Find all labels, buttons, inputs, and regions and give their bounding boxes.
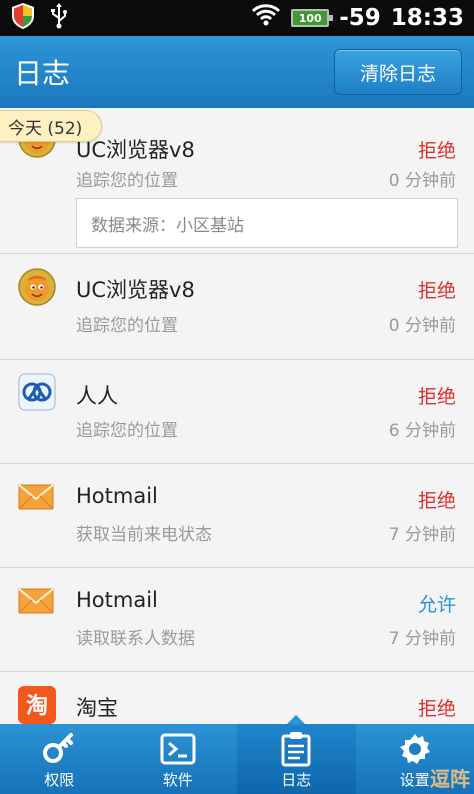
tab-software[interactable]: 软件 xyxy=(119,724,238,794)
key-icon xyxy=(41,731,77,767)
status-label: 拒绝 xyxy=(417,280,456,302)
watermark: 逗阵 xyxy=(430,767,470,791)
app-name: Hotmail xyxy=(76,484,158,508)
app-name: 人人 xyxy=(76,384,118,408)
app-name: UC浏览器v8 xyxy=(76,278,195,302)
tab-label: 权限 xyxy=(44,771,75,789)
tab-log[interactable]: 日志 xyxy=(237,715,356,794)
tab-permissions[interactable]: 权限 xyxy=(0,724,119,794)
list-item[interactable]: UC浏览器v8 拒绝 追踪您的位置 0 分钟前 xyxy=(0,254,474,360)
list-item[interactable]: 淘 淘宝 拒绝 xyxy=(0,672,474,724)
signal-strength: -59 xyxy=(339,5,381,31)
gear-icon xyxy=(397,731,433,767)
svg-text:淘: 淘 xyxy=(26,693,48,719)
taobao-icon: 淘 xyxy=(18,686,56,724)
log-description: 追踪您的位置 xyxy=(76,316,178,336)
mail-icon xyxy=(18,482,56,520)
bottom-nav: 权限 软件 日志 设置 逗阵 xyxy=(0,715,474,794)
battery-icon: 100 xyxy=(291,9,334,27)
wifi-icon xyxy=(251,3,281,33)
renren-icon xyxy=(18,373,56,411)
app-name: 淘宝 xyxy=(76,696,118,720)
log-time: 0 分钟前 xyxy=(388,316,456,336)
log-time: 6 分钟前 xyxy=(388,421,456,441)
list-item[interactable]: Hotmail 拒绝 获取当前来电状态 7 分钟前 xyxy=(0,464,474,568)
app-name: Hotmail xyxy=(76,588,158,612)
status-bar: 100 -59 18:33 xyxy=(0,0,474,36)
status-label: 拒绝 xyxy=(417,490,456,512)
date-section-tag: 今天 (52) xyxy=(0,110,102,142)
log-time: 7 分钟前 xyxy=(388,525,456,545)
log-description: 获取当前来电状态 xyxy=(76,525,212,545)
tab-label: 日志 xyxy=(281,771,312,789)
log-description: 追踪您的位置 xyxy=(76,171,178,191)
list-item[interactable]: 人人 拒绝 追踪您的位置 6 分钟前 xyxy=(0,360,474,464)
log-time: 7 分钟前 xyxy=(388,629,456,649)
list-item[interactable]: Hotmail 允许 读取联系人数据 7 分钟前 xyxy=(0,568,474,672)
clock: 18:33 xyxy=(390,5,464,31)
data-source-box: 数据来源：小区基站 xyxy=(76,198,458,248)
status-label: 拒绝 xyxy=(417,140,456,162)
page-title: 日志 xyxy=(14,57,71,90)
log-time: 0 分钟前 xyxy=(388,171,456,191)
shield-icon xyxy=(10,2,36,34)
log-description: 追踪您的位置 xyxy=(76,421,178,441)
tab-label: 设置 xyxy=(399,771,430,789)
status-label: 允许 xyxy=(417,594,456,616)
mail-icon xyxy=(18,586,56,624)
terminal-icon xyxy=(160,731,196,767)
uc-browser-icon xyxy=(18,268,56,306)
clipboard-icon xyxy=(280,731,312,767)
usb-icon xyxy=(50,3,68,33)
tab-label: 软件 xyxy=(162,771,193,789)
clear-log-button[interactable]: 清除日志 xyxy=(334,49,462,95)
app-header: 日志 清除日志 xyxy=(0,36,474,108)
status-label: 拒绝 xyxy=(417,698,456,720)
log-description: 读取联系人数据 xyxy=(76,629,195,649)
status-label: 拒绝 xyxy=(417,386,456,408)
log-list[interactable]: UC浏览器v8 拒绝 追踪您的位置 0 分钟前 数据来源：小区基站 UC浏览器v… xyxy=(0,108,474,724)
